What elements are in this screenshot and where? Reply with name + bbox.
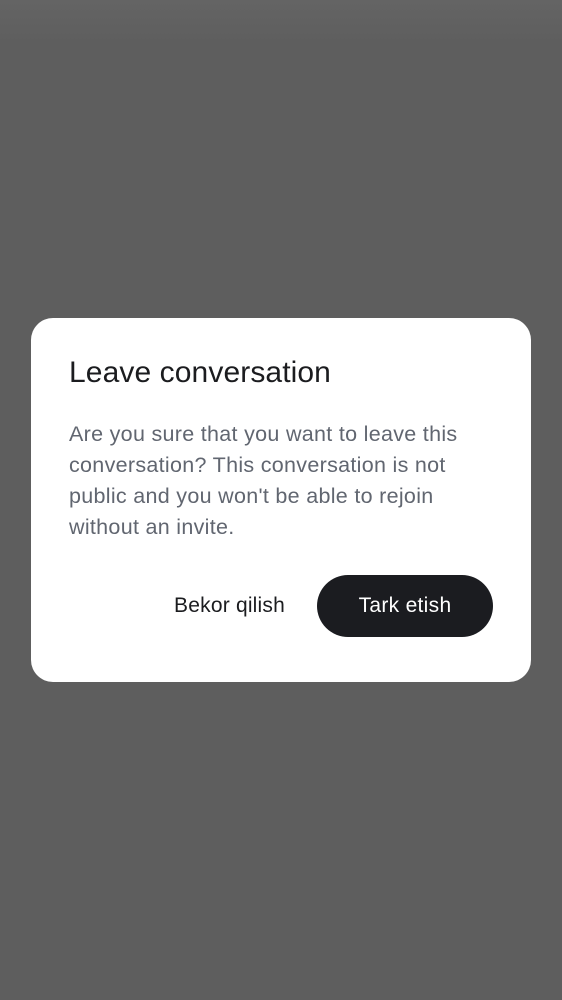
leave-conversation-dialog: Leave conversation Are you sure that you… [31,318,531,682]
dialog-message: Are you sure that you want to leave this… [69,422,458,539]
screen: Leave conversation Are you sure that you… [0,0,562,1000]
dialog-title: Leave conversation [69,356,331,389]
dialog-actions: Bekor qilish Tark etish [174,575,493,637]
cancel-button[interactable]: Bekor qilish [174,594,285,618]
leave-button[interactable]: Tark etish [317,575,493,637]
status-bar-area [0,0,562,44]
